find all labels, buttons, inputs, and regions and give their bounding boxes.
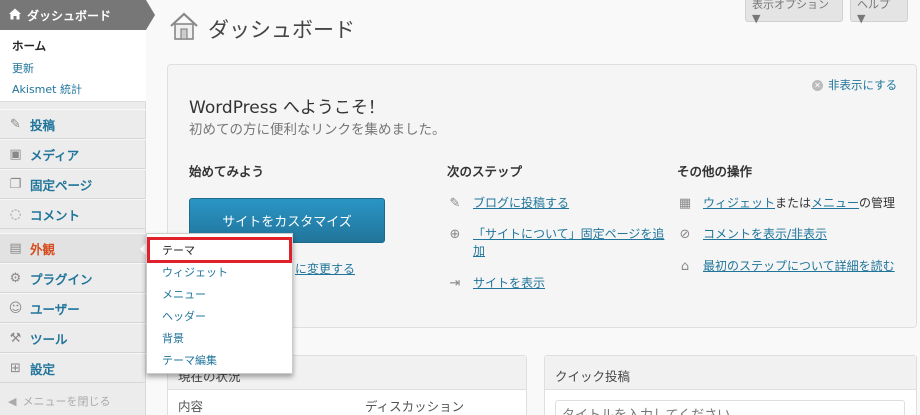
sidebar-item-settings[interactable]: ⊞ 設定 [0, 353, 146, 383]
widgets-icon: ▦ [678, 195, 692, 211]
pin-icon: ✎ [10, 116, 21, 132]
appearance-flyout-menu: テーマ ウィジェット メニュー ヘッダー 背景 テーマ編集 [146, 233, 293, 374]
sidebar-item-dashboard[interactable]: ダッシュボード [0, 0, 146, 30]
sidebar-item-appearance[interactable]: ▤ 外観 [0, 233, 147, 263]
add-about-page-link[interactable]: 「サイトについて」固定ページを追加 [473, 226, 667, 260]
collapse-label: メニューを閉じる [22, 395, 111, 408]
sidebar-item-label: メディア [30, 147, 80, 163]
sidebar-item-users[interactable]: ☺ ユーザー [0, 293, 146, 323]
text: または [775, 196, 812, 210]
next-step-item: ✎ ブログに投稿する [447, 195, 667, 212]
change-theme-link[interactable]: に変更する [295, 260, 355, 277]
sidebar-item-label: ユーザー [30, 301, 80, 317]
screen-options-button[interactable]: 表示オプション ▼ [745, 0, 843, 25]
write-post-link[interactable]: ブログに投稿する [473, 195, 569, 212]
menus-link[interactable]: メニュー [811, 196, 859, 210]
submenu-updates[interactable]: 更新 [12, 60, 34, 76]
flyout-item-menus[interactable]: メニュー [162, 286, 206, 302]
dashboard-submenu: ホーム 更新 Akismet 統計 [0, 30, 146, 102]
comments-toggle-link[interactable]: コメントを表示/非表示 [703, 226, 827, 243]
content-column-header: 内容 [178, 399, 204, 414]
media-icon: ▣ [9, 146, 22, 162]
submenu-akismet[interactable]: Akismet 統計 [12, 81, 82, 97]
flyout-item-header[interactable]: ヘッダー [162, 308, 206, 324]
users-icon: ☺ [8, 300, 23, 316]
flyout-item-widgets[interactable]: ウィジェット [162, 264, 228, 280]
page-title: ダッシュボード [208, 18, 355, 42]
sidebar-item-pages[interactable]: ❐ 固定ページ [0, 169, 146, 199]
sidebar-item-label: 設定 [30, 361, 56, 377]
comments-toggle-icon: ⊘ [679, 226, 691, 242]
pages-icon: ❐ [9, 176, 22, 192]
tools-icon: ⚒ [9, 330, 22, 346]
sidebar-item-plugins[interactable]: ⚙ プラグイン [0, 263, 146, 293]
dismiss-link[interactable]: ✕ 非表示にする [812, 77, 897, 93]
sidebar-item-media[interactable]: ▣ メディア [0, 139, 146, 169]
next-step-item: ⊕ 「サイトについて」固定ページを追加 [447, 226, 667, 260]
more-action-item: ▦ ウィジェットまたはメニューの管理 [677, 195, 902, 212]
sidebar-item-label: 投稿 [30, 117, 56, 133]
sidebar-item-label: 外観 [30, 241, 56, 257]
more-action-item: ⊘ コメントを表示/非表示 [677, 226, 902, 243]
help-button[interactable]: ヘルプ ▼ [850, 0, 908, 25]
widgets-link[interactable]: ウィジェット [703, 196, 775, 210]
text: の管理 [859, 196, 896, 210]
close-icon: ✕ [812, 79, 823, 91]
collapse-menu-button[interactable]: ◀ メニューを閉じる [8, 393, 110, 409]
discussion-column-header: ディスカッション [365, 399, 465, 414]
admin-sidebar: ダッシュボード ホーム 更新 Akismet 統計 ✎ 投稿 ▣ メディア ❐ … [0, 0, 147, 415]
sidebar-item-label: 固定ページ [30, 177, 93, 193]
welcome-title: WordPress へようこそ！ [189, 98, 385, 118]
next-steps-heading: 次のステップ [447, 164, 523, 179]
learn-more-link[interactable]: 最初のステップについて詳細を読む [703, 258, 895, 275]
current-menu-arrow [146, 0, 155, 30]
getting-started-heading: 始めてみよう [189, 164, 265, 179]
home-icon [8, 7, 22, 24]
next-step-item: ⇥ サイトを表示 [447, 275, 667, 292]
view-site-link[interactable]: サイトを表示 [473, 275, 545, 292]
settings-icon: ⊞ [10, 360, 21, 376]
flyout-item-background[interactable]: 背景 [162, 330, 184, 346]
view-site-icon: ⇥ [449, 275, 461, 291]
highlight-box [147, 237, 292, 263]
quickpost-widget-title: クイック投稿 [545, 356, 916, 390]
dashboard-home-icon [168, 10, 200, 42]
more-action-item: ⌂ 最初のステップについて詳細を読む [677, 258, 902, 275]
sidebar-item-tools[interactable]: ⚒ ツール [0, 323, 146, 353]
welcome-subtitle: 初めての方に便利なリンクを集めました。 [189, 122, 446, 138]
flyout-item-theme-editor[interactable]: テーマ編集 [162, 352, 217, 368]
appearance-icon: ▤ [9, 240, 22, 256]
quickpost-title-input[interactable] [555, 400, 905, 415]
pen-icon: ✎ [449, 195, 461, 211]
sidebar-item-label: ツール [30, 331, 68, 347]
plugin-icon: ⚙ [9, 270, 22, 286]
submenu-home[interactable]: ホーム [12, 38, 46, 54]
collapse-arrow-icon: ◀ [8, 394, 17, 408]
sidebar-item-posts[interactable]: ✎ 投稿 [0, 109, 146, 139]
more-actions-heading: その他の操作 [677, 164, 753, 179]
sidebar-item-label: ダッシュボード [27, 8, 112, 23]
sidebar-item-label: プラグイン [30, 271, 93, 287]
sidebar-item-comments[interactable]: ◌ コメント [0, 199, 146, 229]
comment-icon: ◌ [9, 206, 22, 222]
add-page-icon: ⊕ [449, 226, 461, 242]
learn-icon: ⌂ [680, 258, 690, 274]
dismiss-label: 非表示にする [828, 78, 898, 92]
sidebar-item-label: コメント [30, 207, 81, 223]
